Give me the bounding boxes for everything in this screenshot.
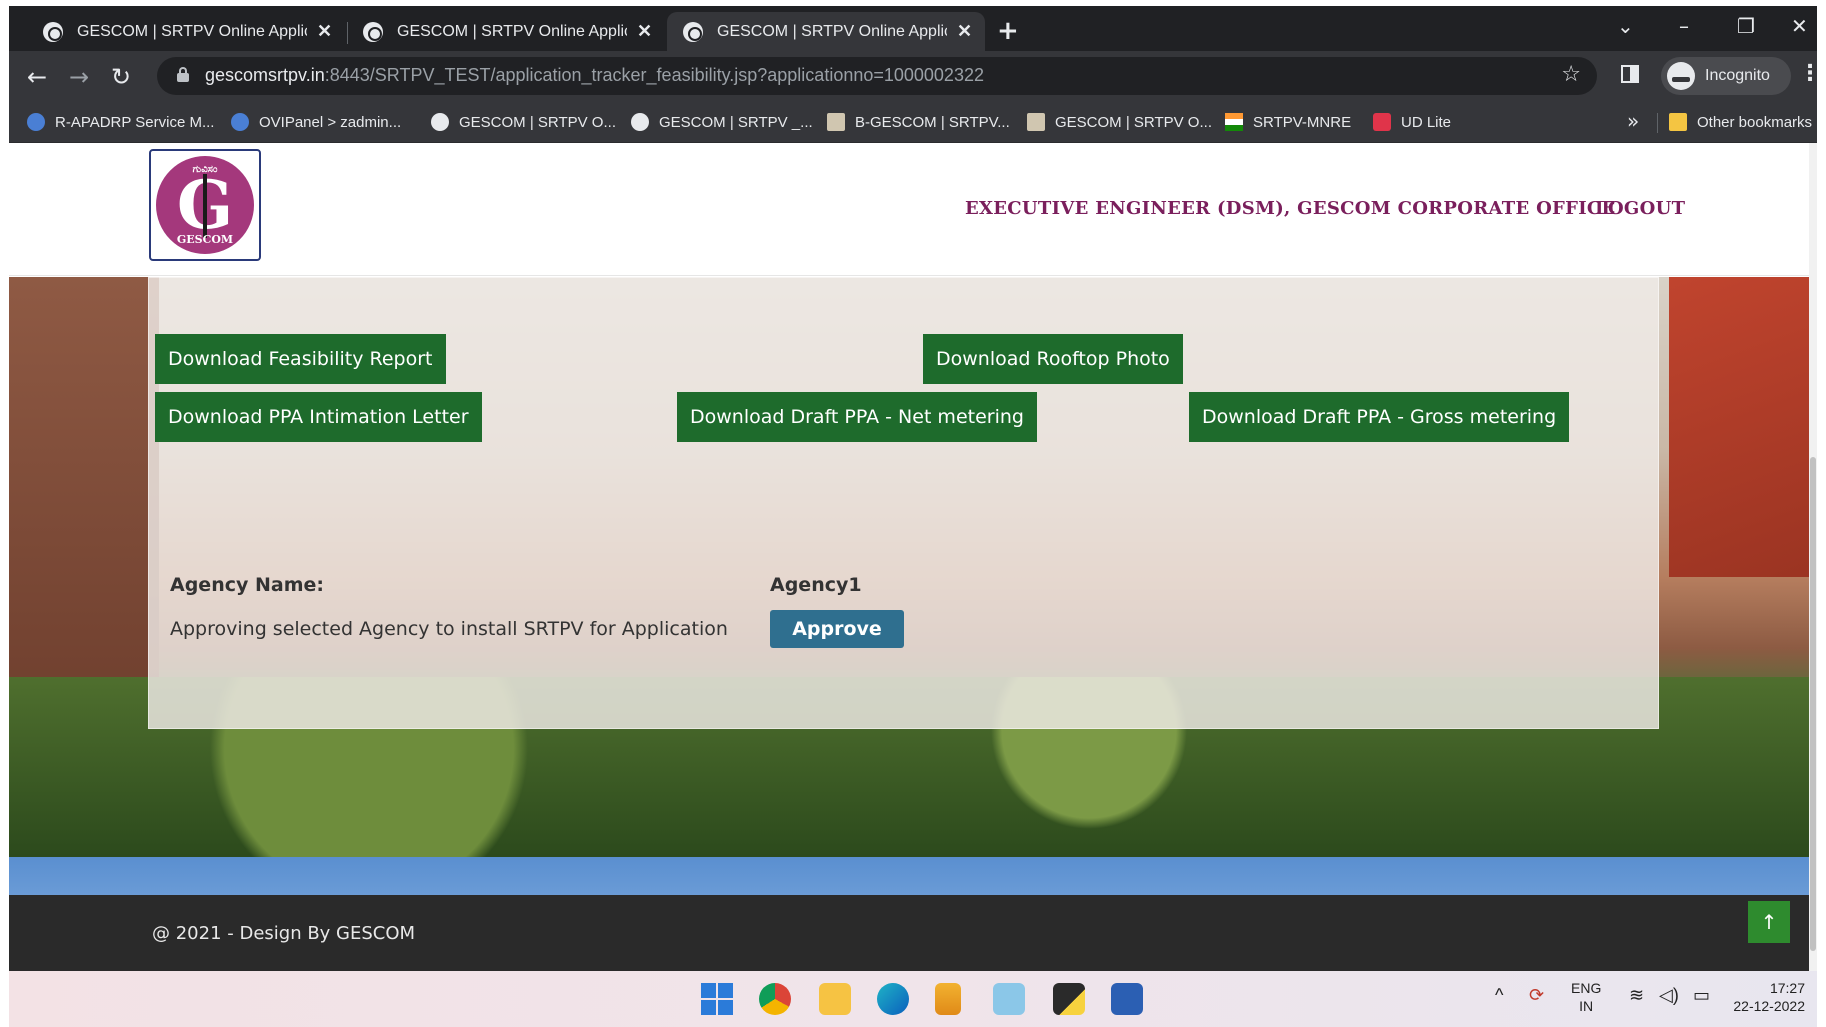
download-rooftop-photo-button[interactable]: Download Rooftop Photo [923, 334, 1183, 384]
roof-tiles-image [1669, 277, 1809, 577]
side-panel-icon[interactable] [1621, 65, 1639, 83]
bookmark-item[interactable]: B-GESCOM | SRTPV... [827, 113, 1010, 131]
tab-title: GESCOM | SRTPV Online Applicat [717, 22, 947, 40]
bookmark-item[interactable]: UD Lite [1373, 113, 1451, 131]
approve-button[interactable]: Approve [770, 610, 904, 648]
close-icon[interactable]: ✕ [317, 21, 332, 42]
bookmark-item[interactable]: GESCOM | SRTPV O... [1027, 113, 1212, 131]
tab-1[interactable]: GESCOM | SRTPV Online Applicat ✕ [27, 12, 345, 51]
edge-icon[interactable] [877, 983, 909, 1015]
outlook-calendar-icon[interactable] [819, 983, 851, 1015]
wifi-icon[interactable]: ≋ [1629, 985, 1644, 1006]
download-feasibility-report-button[interactable]: Download Feasibility Report [155, 334, 446, 384]
logo-circle: ಗುವಿಸಂ G GESCOM [156, 156, 254, 254]
ovipanel-icon [231, 113, 249, 131]
video-app-icon[interactable] [993, 983, 1025, 1015]
incognito-profile-button[interactable]: Incognito [1661, 57, 1791, 95]
sync-icon[interactable]: ⟳ [1529, 985, 1544, 1006]
bookmark-item[interactable]: GESCOM | SRTPV _... [631, 113, 813, 131]
download-ppa-intimation-letter-button[interactable]: Download PPA Intimation Letter [155, 392, 482, 442]
window-close-icon[interactable]: ✕ [1791, 14, 1808, 38]
bookmark-star-icon[interactable]: ☆ [1561, 62, 1581, 87]
bookmark-item[interactable]: OVIPanel > zadmin... [231, 113, 401, 131]
windows-taskbar: ^ ⟳ ENG IN ≋ ◁) ▭ 17:27 22-12-2022 [9, 971, 1817, 1027]
volume-icon[interactable]: ◁) [1659, 985, 1679, 1006]
language-indicator[interactable]: ENG IN [1571, 979, 1601, 1015]
tab-2[interactable]: GESCOM | SRTPV Online Applicat ✕ [347, 12, 665, 51]
word-icon[interactable] [1111, 983, 1143, 1015]
globe-blue-icon [27, 113, 45, 131]
gescom-logo[interactable]: ಗುವಿಸಂ G GESCOM [149, 149, 261, 261]
bookmark-item[interactable]: R-APADRP Service M... [27, 113, 214, 131]
back-arrow-icon[interactable]: ← [27, 63, 47, 91]
lock-icon[interactable] [177, 67, 189, 82]
agency-name-label: Agency Name: [170, 574, 324, 596]
office-name-link[interactable]: EXECUTIVE ENGINEER (DSM), GESCOM CORPORA… [965, 198, 1616, 219]
reload-icon[interactable]: ↻ [111, 63, 131, 91]
application-panel: Download Feasibility Report Download Roo… [148, 277, 1659, 729]
image-icon [1027, 113, 1045, 131]
approve-description: Approving selected Agency to install SRT… [170, 618, 728, 640]
image-icon [827, 113, 845, 131]
download-draft-ppa-net-button[interactable]: Download Draft PPA - Net metering [677, 392, 1037, 442]
browser-toolbar: ← → ↻ gescomsrtpv.in:8443/SRTPV_TEST/app… [9, 51, 1817, 103]
globe-icon [43, 21, 63, 42]
pin-tool-icon[interactable] [935, 983, 961, 1015]
close-icon[interactable]: ✕ [957, 21, 972, 42]
sky-strip [9, 857, 1809, 895]
footer-credit: @ 2021 - Design By GESCOM [152, 923, 416, 944]
bookmarks-bar: R-APADRP Service M... OVIPanel > zadmin.… [9, 103, 1817, 143]
tray-chevron-up-icon[interactable]: ^ [1495, 985, 1503, 1006]
minimize-icon[interactable]: – [1679, 14, 1689, 38]
scrollbar-thumb[interactable] [1810, 457, 1816, 951]
download-draft-ppa-gross-button[interactable]: Download Draft PPA - Gross metering [1189, 392, 1570, 442]
address-bar[interactable]: gescomsrtpv.in:8443/SRTPV_TEST/applicati… [157, 57, 1597, 95]
bookmarks-overflow-icon[interactable]: » [1627, 109, 1639, 133]
electric-pole-icon [203, 174, 207, 238]
windows-start-icon[interactable] [701, 983, 733, 1015]
tab-search-chevron-icon[interactable]: ⌄ [1617, 14, 1634, 38]
site-header: ಗುವಿಸಂ G GESCOM EXECUTIVE ENGINEER (DSM)… [9, 143, 1809, 276]
folder-icon [1669, 113, 1687, 131]
india-flag-icon [1225, 113, 1243, 131]
house-wall-image [9, 277, 159, 717]
page-scrollbar[interactable] [1809, 143, 1817, 971]
globe-icon [363, 21, 383, 42]
logout-link[interactable]: LOGOUT [1595, 198, 1685, 219]
tab-title: GESCOM | SRTPV Online Applicat [77, 22, 307, 40]
hero-background: Download Feasibility Report Download Roo… [9, 277, 1809, 857]
globe-icon [431, 113, 449, 131]
bookmark-item[interactable]: GESCOM | SRTPV O... [431, 113, 616, 131]
agency-name-value: Agency1 [770, 574, 862, 596]
forward-arrow-icon[interactable]: → [69, 63, 89, 91]
globe-icon [631, 113, 649, 131]
bookmarks-separator [1657, 113, 1658, 133]
browser-window: GESCOM | SRTPV Online Applicat ✕ GESCOM … [9, 6, 1817, 1027]
page-content: ಗುವಿಸಂ G GESCOM EXECUTIVE ENGINEER (DSM)… [9, 143, 1809, 971]
kebab-menu-icon[interactable]: ⋮ [1799, 61, 1817, 86]
restore-icon[interactable]: ❐ [1737, 14, 1755, 38]
site-footer: @ 2021 - Design By GESCOM ↑ [9, 895, 1809, 971]
sticky-notes-icon[interactable] [1053, 983, 1085, 1015]
chrome-icon[interactable] [759, 983, 791, 1015]
tab-title: GESCOM | SRTPV Online Applicat [397, 22, 627, 40]
new-tab-plus-icon[interactable]: + [997, 16, 1019, 46]
incognito-icon [1667, 62, 1695, 90]
other-bookmarks[interactable]: Other bookmarks [1669, 113, 1812, 131]
url-text[interactable]: gescomsrtpv.in:8443/SRTPV_TEST/applicati… [205, 65, 984, 86]
tab-3-active[interactable]: GESCOM | SRTPV Online Applicat ✕ [667, 12, 985, 51]
globe-icon [683, 21, 703, 42]
scroll-to-top-button[interactable]: ↑ [1748, 901, 1790, 943]
tab-strip: GESCOM | SRTPV Online Applicat ✕ GESCOM … [9, 6, 1817, 51]
udlite-icon [1373, 113, 1391, 131]
battery-icon[interactable]: ▭ [1693, 985, 1710, 1006]
profile-label: Incognito [1705, 67, 1770, 84]
close-icon[interactable]: ✕ [637, 21, 652, 42]
clock[interactable]: 17:27 22-12-2022 [1725, 979, 1805, 1015]
bookmark-item[interactable]: SRTPV-MNRE [1225, 113, 1351, 131]
